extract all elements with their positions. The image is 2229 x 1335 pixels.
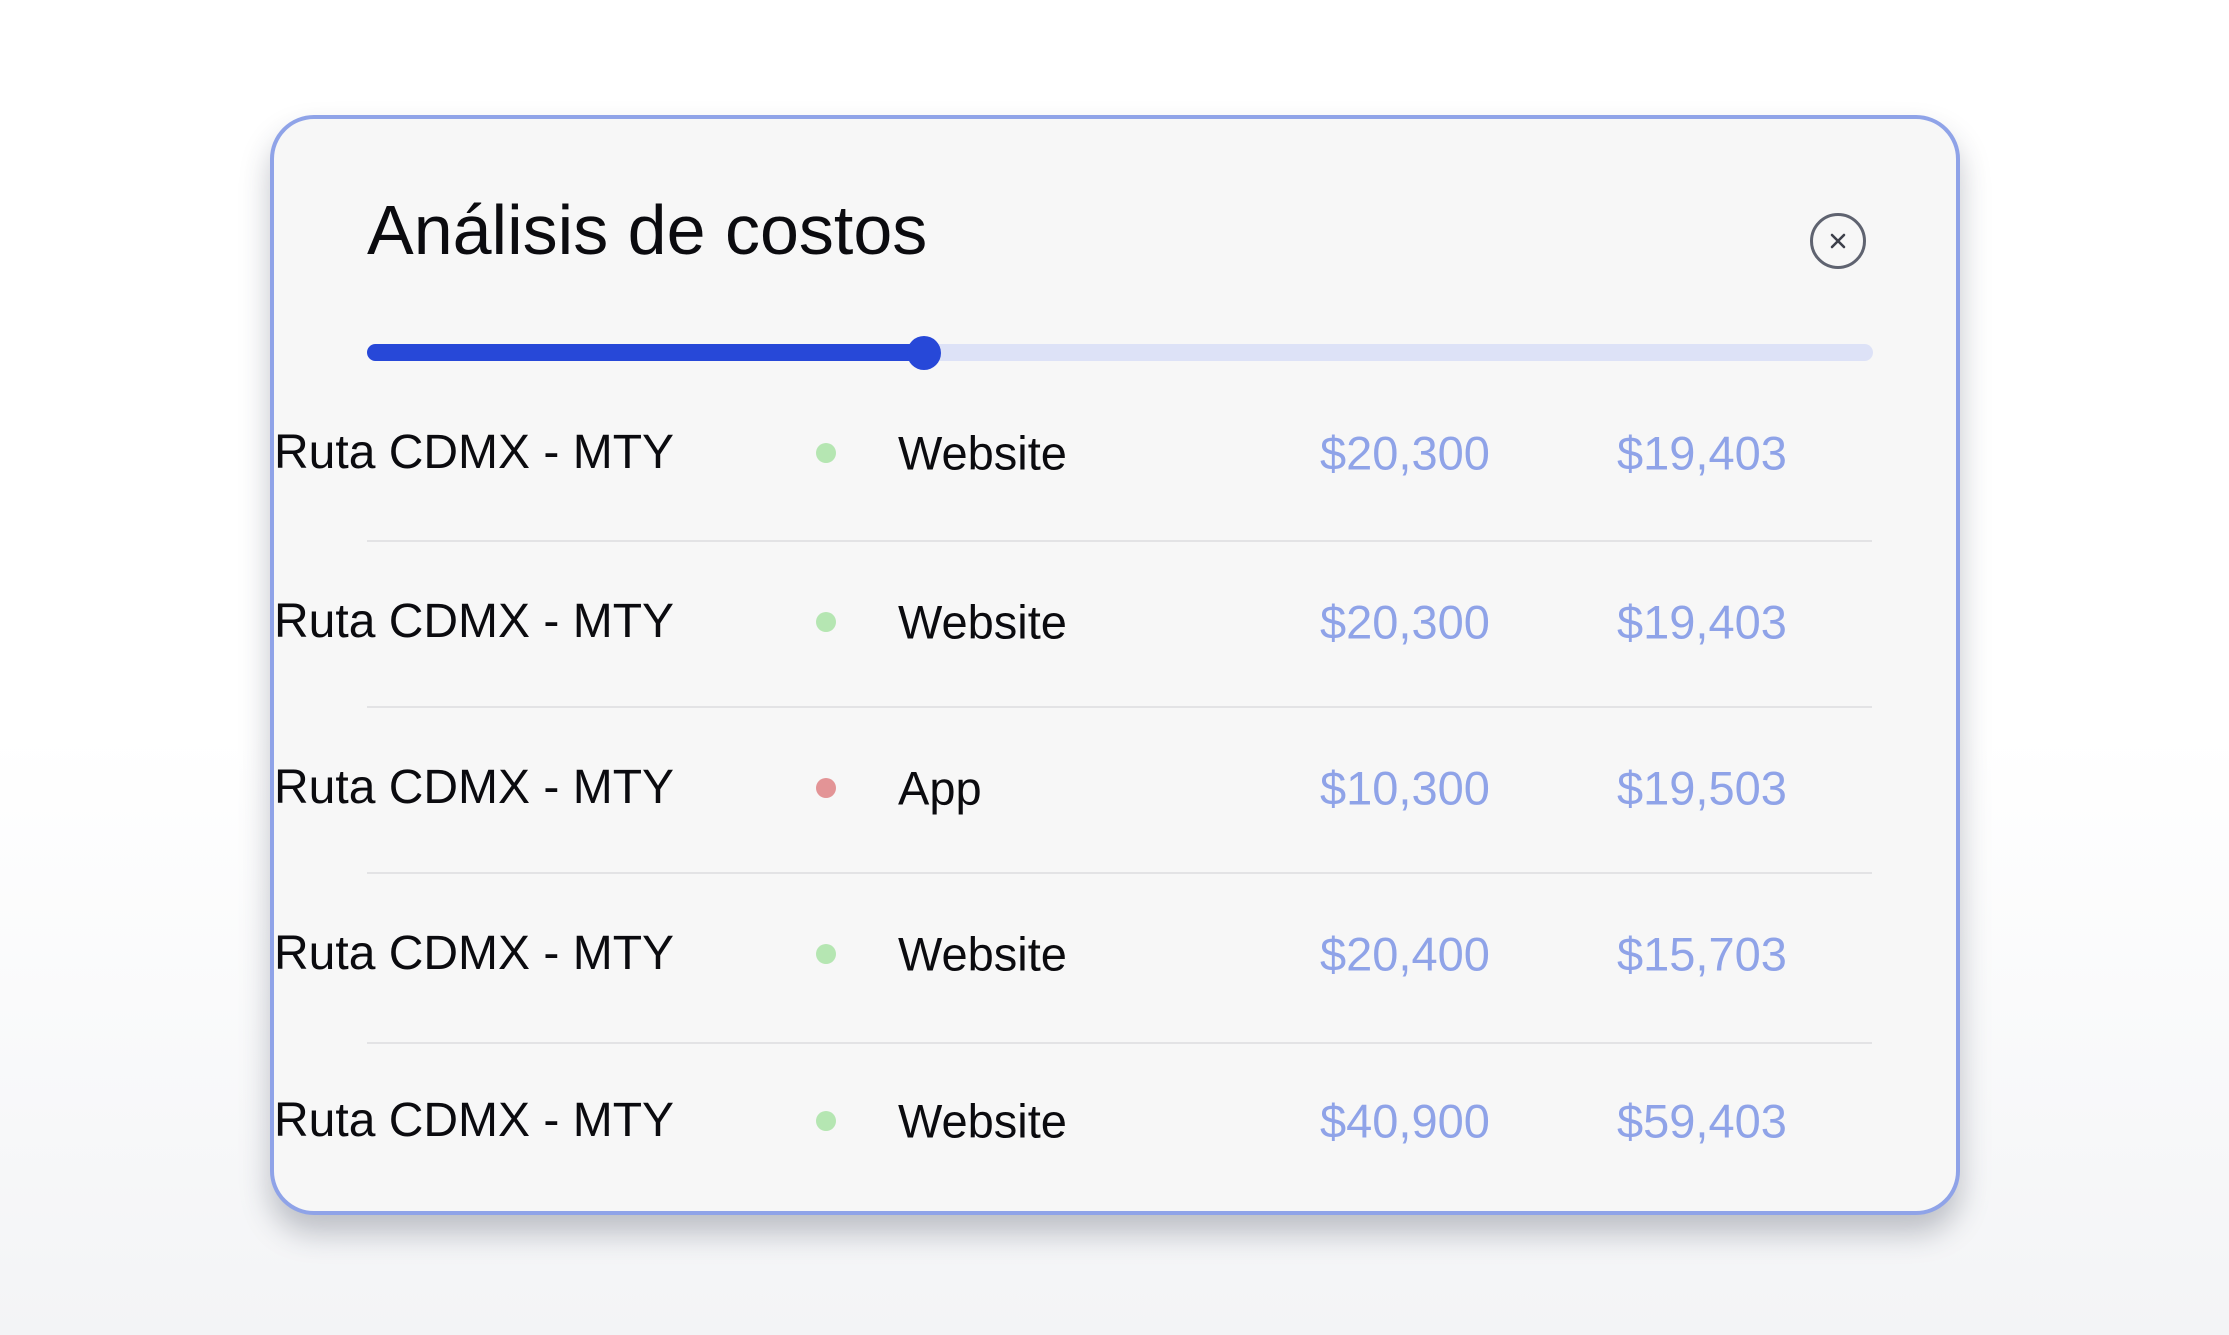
amount-primary: $20,400 bbox=[1320, 927, 1490, 981]
row-divider bbox=[367, 706, 1872, 708]
channel-label: Website bbox=[898, 595, 1067, 649]
status-dot bbox=[816, 944, 836, 964]
panel-title: Análisis de costos bbox=[367, 191, 928, 269]
table-row[interactable]: Ruta CDMX - MTY Website $20,300 $19,403 bbox=[274, 582, 1787, 662]
slider-fill bbox=[367, 344, 925, 361]
status-dot bbox=[816, 612, 836, 632]
amount-secondary: $15,703 bbox=[1617, 927, 1787, 981]
table-row[interactable]: Ruta CDMX - MTY Website $20,300 $19,403 bbox=[274, 413, 1787, 493]
status-dot bbox=[816, 443, 836, 463]
route-name: Ruta CDMX - MTY bbox=[274, 1094, 675, 1147]
amount-primary: $40,900 bbox=[1320, 1094, 1490, 1148]
status-dot bbox=[816, 1111, 836, 1131]
row-divider bbox=[367, 540, 1872, 542]
table-row[interactable]: Ruta CDMX - MTY App $10,300 $19,503 bbox=[274, 748, 1787, 828]
channel-label: App bbox=[898, 761, 982, 815]
amount-primary: $20,300 bbox=[1320, 595, 1490, 649]
amount-primary: $10,300 bbox=[1320, 761, 1490, 815]
amount-secondary: $19,403 bbox=[1617, 595, 1787, 649]
status-dot bbox=[816, 778, 836, 798]
amount-primary: $20,300 bbox=[1320, 426, 1490, 480]
table-row[interactable]: Ruta CDMX - MTY Website $20,400 $15,703 bbox=[274, 914, 1787, 994]
close-button[interactable] bbox=[1810, 213, 1866, 269]
channel-label: Website bbox=[898, 426, 1067, 480]
amount-secondary: $19,403 bbox=[1617, 426, 1787, 480]
row-divider bbox=[367, 872, 1872, 874]
row-divider bbox=[367, 1042, 1872, 1044]
route-name: Ruta CDMX - MTY bbox=[274, 426, 675, 479]
amount-secondary: $19,503 bbox=[1617, 761, 1787, 815]
cost-analysis-panel: Análisis de costos Ruta CDMX - MTY Websi… bbox=[270, 115, 1960, 1215]
slider-thumb[interactable] bbox=[907, 336, 942, 370]
route-name: Ruta CDMX - MTY bbox=[274, 927, 675, 980]
table-row[interactable]: Ruta CDMX - MTY Website $40,900 $59,403 bbox=[274, 1081, 1787, 1161]
channel-label: Website bbox=[898, 927, 1067, 981]
cost-slider[interactable] bbox=[367, 336, 1873, 370]
route-name: Ruta CDMX - MTY bbox=[274, 595, 675, 648]
channel-label: Website bbox=[898, 1094, 1067, 1148]
amount-secondary: $59,403 bbox=[1617, 1094, 1787, 1148]
route-name: Ruta CDMX - MTY bbox=[274, 761, 675, 814]
close-icon bbox=[1830, 233, 1846, 249]
